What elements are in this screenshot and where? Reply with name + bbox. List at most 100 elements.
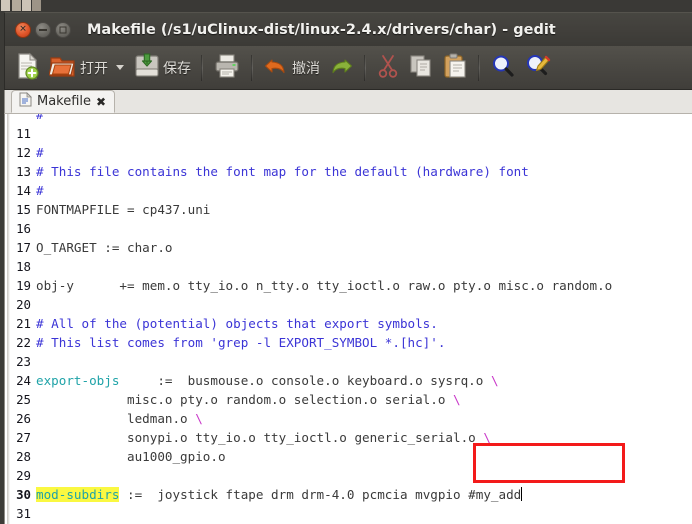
open-dropdown-chevron-icon[interactable] bbox=[116, 65, 124, 70]
minimize-button[interactable] bbox=[35, 21, 51, 38]
line-source[interactable]: sonypi.o tty_io.o tty_ioctl.o generic_se… bbox=[36, 428, 692, 447]
tab-close-icon[interactable]: ✖ bbox=[96, 96, 106, 108]
line-number: 21 bbox=[16, 316, 31, 331]
code-line[interactable]: 15 FONTMAPFILE = cp437.uni bbox=[5, 200, 692, 219]
line-source[interactable]: # bbox=[36, 143, 692, 162]
code-line[interactable]: 27 sonypi.o tty_io.o tty_ioctl.o generic… bbox=[5, 428, 692, 447]
line-number: 14 bbox=[16, 183, 31, 198]
code-line[interactable]: 21 # All of the (potential) objects that … bbox=[5, 314, 692, 333]
line-source[interactable]: ledman.o \ bbox=[36, 409, 692, 428]
tab-strip: Makefile ✖ bbox=[4, 90, 692, 114]
code-lines[interactable]: # 11 12 #13 # This file contains the font m… bbox=[5, 114, 692, 524]
line-source[interactable]: au1000_gpio.o bbox=[36, 447, 692, 466]
code-line[interactable]: 25 misc.o pty.o random.o selection.o ser… bbox=[5, 390, 692, 409]
code-editor[interactable]: # 11 12 #13 # This file contains the font m… bbox=[4, 114, 692, 524]
toolbar: 打开 保存 撤消 bbox=[4, 46, 692, 90]
code-span: FONTMAPFILE = cp437.uni bbox=[36, 202, 211, 217]
code-line[interactable]: 17 O_TARGET := char.o bbox=[5, 238, 692, 257]
code-span: \ bbox=[490, 373, 499, 388]
code-line[interactable]: 23 bbox=[5, 352, 692, 371]
redo-button[interactable] bbox=[324, 49, 358, 87]
code-span: # bbox=[36, 145, 44, 160]
screen: ✕ Makefile (/s1/uClinux-dist/linux-2.4.x… bbox=[0, 0, 692, 524]
line-number: 17 bbox=[16, 240, 31, 255]
new-button[interactable] bbox=[11, 49, 45, 87]
code-line[interactable]: # bbox=[5, 114, 692, 124]
code-line[interactable]: 22 # This list comes from 'grep -l EXPORT… bbox=[5, 333, 692, 352]
code-span: export-objs bbox=[36, 373, 120, 388]
find-button[interactable] bbox=[486, 49, 520, 87]
print-button[interactable] bbox=[209, 49, 245, 87]
scissors-icon bbox=[376, 53, 400, 83]
line-number: 22 bbox=[16, 335, 31, 350]
line-number: 31 bbox=[16, 506, 31, 521]
code-line[interactable]: 30 mod-subdirs := joystick ftape drm drm-… bbox=[5, 485, 692, 504]
code-span: := joystick ftape drm drm-4.0 pcmcia mvg… bbox=[119, 487, 522, 502]
line-source[interactable]: # bbox=[36, 181, 692, 200]
code-line[interactable]: 18 bbox=[5, 257, 692, 276]
line-source[interactable]: # This file contains the font map for th… bbox=[36, 162, 692, 181]
code-line[interactable]: 11 bbox=[5, 124, 692, 143]
toolbar-separator bbox=[478, 54, 480, 81]
line-source[interactable]: misc.o pty.o random.o selection.o serial… bbox=[36, 390, 692, 409]
code-span: O_TARGET := char.o bbox=[36, 240, 173, 255]
background-window-sliver bbox=[0, 0, 692, 12]
line-number: 18 bbox=[16, 259, 31, 274]
code-span: misc.o pty.o random.o selection.o serial… bbox=[36, 392, 454, 407]
code-line[interactable]: 24 export-objs := busmouse.o console.o ke… bbox=[5, 371, 692, 390]
line-source[interactable]: FONTMAPFILE = cp437.uni bbox=[36, 200, 692, 219]
code-line[interactable]: 29 bbox=[5, 466, 692, 485]
line-source[interactable]: # All of the (potential) objects that ex… bbox=[36, 314, 692, 333]
find-replace-icon bbox=[524, 53, 552, 83]
line-source[interactable]: # This list comes from 'grep -l EXPORT_S… bbox=[36, 333, 692, 352]
code-span: # All of the (potential) objects that ex… bbox=[36, 316, 438, 331]
code-line[interactable]: 14 # bbox=[5, 181, 692, 200]
line-number: 11 bbox=[16, 126, 31, 141]
code-line[interactable]: 16 bbox=[5, 219, 692, 238]
open-button[interactable]: 打开 bbox=[45, 49, 112, 87]
paste-button[interactable] bbox=[438, 49, 472, 87]
code-line[interactable]: 20 bbox=[5, 295, 692, 314]
code-span: mod-subdirs bbox=[36, 487, 120, 502]
line-source[interactable]: export-objs := busmouse.o console.o keyb… bbox=[36, 371, 692, 390]
code-line[interactable]: 19 obj-y += mem.o tty_io.o n_tty.o tty_io… bbox=[5, 276, 692, 295]
window-title: Makefile (/s1/uClinux-dist/linux-2.4.x/d… bbox=[87, 21, 556, 38]
copy-button[interactable] bbox=[404, 49, 438, 87]
text-cursor bbox=[521, 487, 523, 501]
code-line[interactable]: 12 # bbox=[5, 143, 692, 162]
redo-arrow-icon bbox=[328, 53, 354, 83]
minimize-icon bbox=[39, 28, 47, 31]
background-sliver-chunk bbox=[32, 0, 41, 11]
titlebar: ✕ Makefile (/s1/uClinux-dist/linux-2.4.x… bbox=[4, 12, 692, 46]
code-span: # bbox=[36, 114, 52, 122]
code-line[interactable]: 13 # This file contains the font map for … bbox=[5, 162, 692, 181]
undo-button[interactable]: 撤消 bbox=[259, 49, 324, 87]
line-source[interactable]: mod-subdirs := joystick ftape drm drm-4.… bbox=[36, 485, 692, 504]
paste-clipboard-icon bbox=[442, 52, 468, 83]
open-folder-icon bbox=[48, 52, 77, 84]
text-file-icon bbox=[19, 92, 32, 111]
maximize-button[interactable] bbox=[55, 21, 71, 38]
line-number: 20 bbox=[16, 297, 31, 312]
code-line[interactable]: 28 au1000_gpio.o bbox=[5, 447, 692, 466]
line-number: 29 bbox=[16, 468, 31, 483]
line-number: 26 bbox=[16, 411, 31, 426]
close-button[interactable]: ✕ bbox=[15, 21, 31, 38]
tab-makefile[interactable]: Makefile ✖ bbox=[11, 90, 116, 113]
new-document-icon bbox=[15, 52, 41, 84]
line-source[interactable]: # bbox=[36, 114, 692, 124]
window-controls: ✕ bbox=[15, 21, 71, 38]
line-number: 25 bbox=[16, 392, 31, 407]
background-sliver-chunk bbox=[12, 0, 21, 11]
cut-button[interactable] bbox=[372, 49, 404, 87]
line-number: 16 bbox=[16, 221, 31, 236]
toolbar-separator bbox=[201, 54, 203, 81]
save-button[interactable]: 保存 bbox=[130, 49, 195, 87]
line-source[interactable]: O_TARGET := char.o bbox=[36, 238, 692, 257]
line-source[interactable]: obj-y += mem.o tty_io.o n_tty.o tty_ioct… bbox=[36, 276, 692, 295]
open-button-label: 打开 bbox=[80, 60, 108, 77]
code-line[interactable]: 31 bbox=[5, 504, 692, 523]
code-span: := busmouse.o console.o keyboard.o sysrq… bbox=[119, 373, 491, 388]
replace-button[interactable] bbox=[520, 49, 556, 87]
code-line[interactable]: 26 ledman.o \ bbox=[5, 409, 692, 428]
